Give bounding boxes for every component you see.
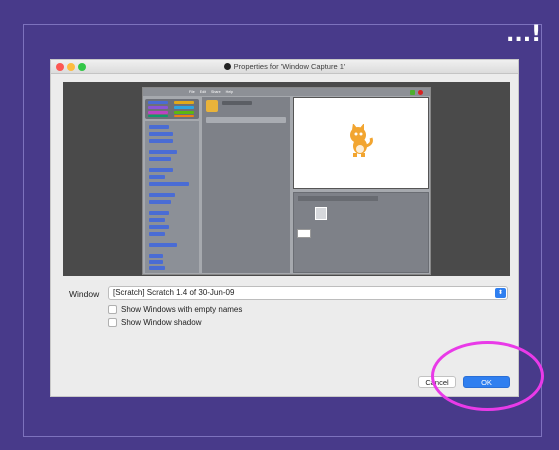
show-empty-names-label: Show Windows with empty names — [121, 305, 243, 314]
slide-title: ...! — [506, 22, 542, 47]
block — [149, 193, 175, 197]
scratch-sprite-area — [202, 97, 290, 273]
cat-sensing — [174, 106, 194, 109]
scratch-stage-header — [293, 89, 429, 97]
dialog-titlebar: Properties for 'Window Capture 1' — [51, 60, 518, 74]
scratch-window-preview: File Edit Share Help — [142, 87, 431, 275]
slide-background: ...! Properties for 'Window Capture 1' F… — [0, 0, 559, 450]
scratch-menu-share: Share — [211, 90, 221, 94]
block — [149, 218, 165, 222]
sprite-list-item — [315, 207, 327, 220]
obs-logo-icon — [223, 63, 231, 70]
cat-operators — [174, 111, 194, 114]
block — [149, 243, 177, 247]
block — [149, 157, 171, 161]
sprite-list-toolbar — [298, 196, 378, 201]
block — [149, 260, 163, 264]
scratch-tabs — [206, 117, 286, 123]
stage-thumbnail — [297, 229, 311, 238]
window-select[interactable]: [Scratch] Scratch 1.4 of 30-Jun-09 ⬍ — [108, 286, 508, 300]
block — [149, 150, 177, 154]
scratch-categories — [145, 99, 199, 119]
cat-control — [174, 101, 194, 104]
cat-pen — [148, 115, 168, 117]
block — [149, 225, 169, 229]
sprite-name-field — [222, 101, 252, 105]
scratch-stage — [293, 97, 429, 189]
scratch-menu-edit: Edit — [199, 90, 206, 94]
dialog-title: Properties for 'Window Capture 1' — [51, 62, 518, 71]
block — [149, 139, 173, 143]
green-flag-icon — [410, 90, 415, 95]
block — [149, 254, 163, 258]
block — [149, 182, 189, 186]
dialog-title-text: Properties for 'Window Capture 1' — [233, 62, 346, 71]
sprite-thumbnail — [206, 100, 218, 112]
show-shadow-checkbox[interactable] — [108, 318, 117, 327]
cat-variables — [174, 115, 194, 117]
window-select-value: [Scratch] Scratch 1.4 of 30-Jun-09 — [113, 288, 235, 297]
block — [149, 211, 169, 215]
block — [149, 200, 171, 204]
block — [149, 232, 165, 236]
scratch-menu-file: File — [189, 90, 195, 94]
scratch-sprite-list — [293, 192, 429, 273]
properties-dialog: Properties for 'Window Capture 1' File E… — [50, 59, 519, 397]
block — [149, 125, 169, 129]
capture-preview: File Edit Share Help — [63, 82, 510, 276]
cat-sound — [148, 111, 168, 114]
block — [149, 168, 173, 172]
block — [149, 132, 173, 136]
updown-chevron-icon: ⬍ — [495, 288, 506, 298]
stop-icon — [418, 90, 423, 95]
block — [149, 175, 165, 179]
scratch-blocks-palette — [145, 121, 199, 273]
scratch-menu-help: Help — [225, 90, 233, 94]
cat-looks — [148, 106, 168, 109]
window-label: Window — [69, 289, 100, 299]
show-empty-names-checkbox[interactable] — [108, 305, 117, 314]
highlight-circle — [431, 341, 544, 411]
block — [149, 266, 165, 270]
scratch-cat-icon — [350, 124, 373, 157]
show-shadow-label: Show Window shadow — [121, 318, 202, 327]
cat-motion — [148, 101, 168, 104]
